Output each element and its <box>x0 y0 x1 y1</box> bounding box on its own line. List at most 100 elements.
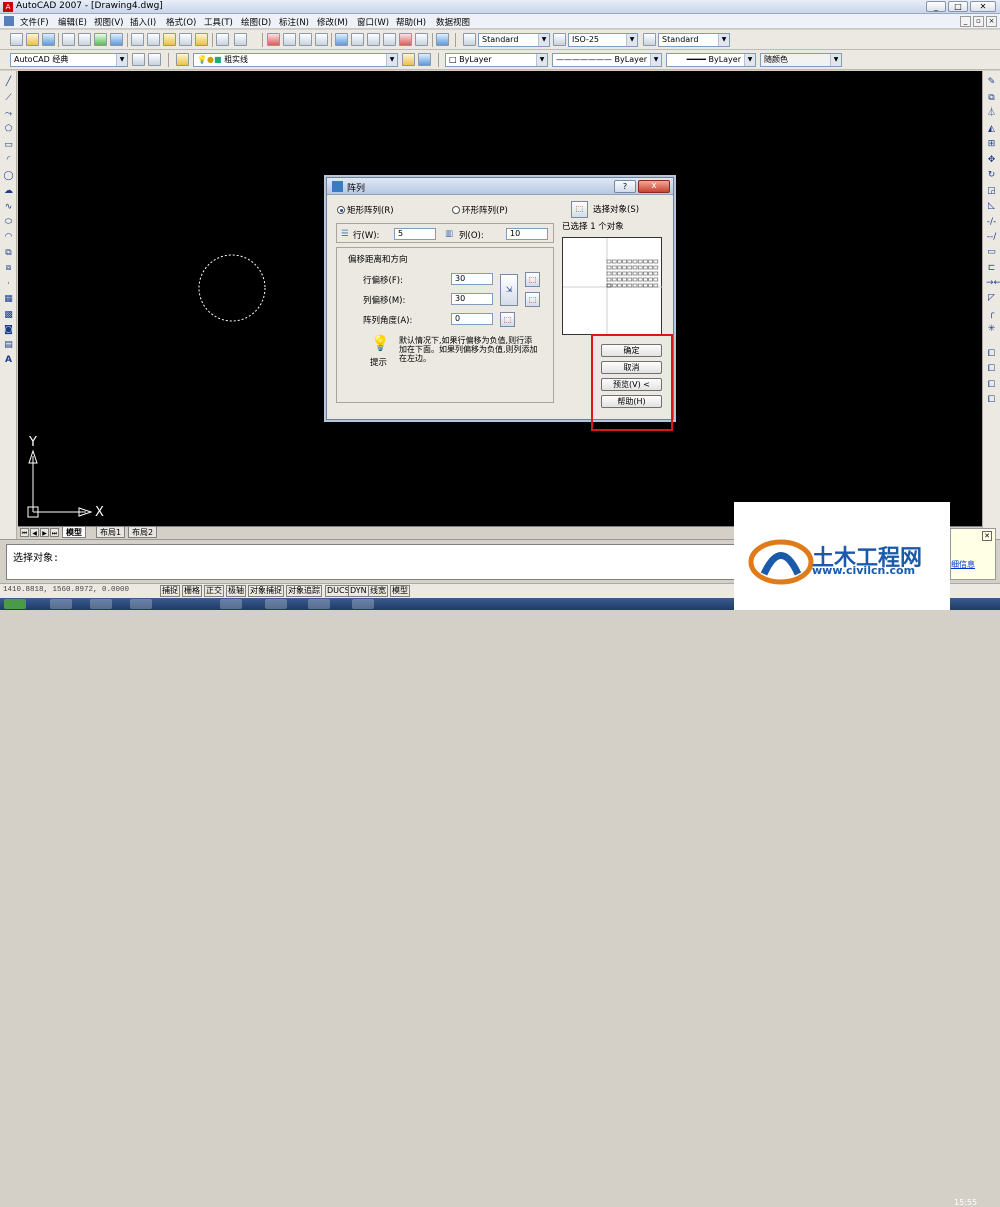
tab-layout1[interactable]: 布局1 <box>96 527 126 538</box>
ellipse-arc-icon[interactable]: ◠ <box>3 232 14 243</box>
ortho-button[interactable]: 正交 <box>204 585 224 597</box>
make-block-icon[interactable]: ⧈ <box>3 263 14 274</box>
save-icon[interactable] <box>42 33 55 46</box>
next-tab-button[interactable]: ▶ <box>40 528 49 537</box>
zoom-previous-icon[interactable] <box>315 33 328 46</box>
dialog-close-button[interactable]: x <box>638 180 670 193</box>
tool-palettes-icon[interactable] <box>367 33 380 46</box>
markup-icon[interactable] <box>399 33 412 46</box>
doc-minimize-button[interactable]: _ <box>960 16 971 27</box>
hatch-icon[interactable]: ▦ <box>3 294 14 305</box>
row-offset-input[interactable]: 30 <box>451 273 493 285</box>
balloon-details-link[interactable]: 细信息 <box>951 559 975 570</box>
close-button[interactable]: ✕ <box>970 1 996 12</box>
menu-tools[interactable]: 工具(T) <box>204 16 233 28</box>
pick-row-offset-button[interactable]: ⬚ <box>525 272 540 287</box>
maximize-button[interactable]: □ <box>948 1 968 12</box>
taskbar-ie-icon[interactable] <box>50 599 72 609</box>
chamfer-icon[interactable]: ◸ <box>986 293 997 304</box>
first-tab-button[interactable]: ⏮ <box>20 528 29 537</box>
layer-previous-icon[interactable] <box>418 53 431 66</box>
revision-cloud-icon[interactable]: ☁ <box>3 186 14 197</box>
trim-icon[interactable]: -/- <box>986 217 997 228</box>
plot-style-combo[interactable]: 随颜色 ▼ <box>760 53 842 67</box>
menu-draw[interactable]: 绘图(D) <box>241 16 271 28</box>
erase-icon[interactable]: ✎ <box>986 77 997 88</box>
pick-angle-button[interactable]: ⬚ <box>500 312 515 327</box>
make-current-layer-icon[interactable] <box>402 53 415 66</box>
region-icon[interactable]: ◙ <box>3 325 14 336</box>
taskbar-folder-icon[interactable] <box>220 599 242 609</box>
taskbar-explorer-icon[interactable] <box>90 599 112 609</box>
array-icon[interactable]: ⊞ <box>986 139 997 150</box>
paste-icon[interactable] <box>163 33 176 46</box>
rows-input[interactable]: 5 <box>394 228 436 240</box>
new-icon[interactable] <box>10 33 23 46</box>
publish-icon[interactable] <box>94 33 107 46</box>
draworder-icon[interactable]: ⧠ <box>986 349 997 360</box>
gradient-icon[interactable]: ▩ <box>3 310 14 321</box>
angle-input[interactable]: 0 <box>451 313 493 325</box>
rect-array-radio[interactable]: 矩形阵列(R) <box>337 204 394 216</box>
model-button[interactable]: 模型 <box>390 585 410 597</box>
menu-dimension[interactable]: 标注(N) <box>279 16 309 28</box>
move-icon[interactable]: ✥ <box>986 155 997 166</box>
rectangle-icon[interactable]: ▭ <box>3 140 14 151</box>
design-center-icon[interactable] <box>351 33 364 46</box>
document-icon[interactable] <box>4 16 14 26</box>
lineweight-button[interactable]: 线宽 <box>368 585 388 597</box>
start-button[interactable] <box>4 599 26 609</box>
circle-icon[interactable]: ◯ <box>3 171 14 182</box>
break-point-icon[interactable]: ▭ <box>986 247 997 258</box>
insert-block-icon[interactable]: ⧉ <box>3 248 14 259</box>
copy-object-icon[interactable]: ⧉ <box>986 93 997 104</box>
prev-tab-button[interactable]: ◀ <box>30 528 39 537</box>
grid-button[interactable]: 栅格 <box>182 585 202 597</box>
balloon-close-button[interactable]: ✕ <box>982 531 992 541</box>
zoom-realtime-icon[interactable] <box>283 33 296 46</box>
pick-both-offsets-button[interactable]: ⇲ <box>500 274 518 306</box>
dyn-button[interactable]: DYN <box>348 585 369 597</box>
pan-icon[interactable] <box>267 33 280 46</box>
workspace-save-icon[interactable] <box>148 53 161 66</box>
taskbar-autocad-icon[interactable] <box>265 599 287 609</box>
otrack-button[interactable]: 对象追踪 <box>286 585 322 597</box>
cols-input[interactable]: 10 <box>506 228 548 240</box>
taskbar-app-icon[interactable] <box>130 599 152 609</box>
menu-data-view[interactable]: 数据视图 <box>436 16 470 28</box>
menu-file[interactable]: 文件(F) <box>20 16 49 28</box>
spline-icon[interactable]: ∿ <box>3 202 14 213</box>
ellipse-icon[interactable]: ⬭ <box>3 217 14 228</box>
break-icon[interactable]: ⊏ <box>986 263 997 274</box>
3d-dwf-icon[interactable] <box>110 33 123 46</box>
layer-manager-icon[interactable] <box>176 53 189 66</box>
color-combo[interactable]: □ ByLayer ▼ <box>445 53 548 67</box>
match-properties-icon[interactable] <box>179 33 192 46</box>
polar-array-radio[interactable]: 环形阵列(P) <box>452 204 508 216</box>
extend-icon[interactable]: --/ <box>986 232 997 243</box>
selected-circle[interactable] <box>198 254 266 322</box>
rotate-icon[interactable]: ↻ <box>986 170 997 181</box>
table-style-icon[interactable] <box>643 33 656 46</box>
help-icon[interactable] <box>436 33 449 46</box>
taskbar-app3-icon[interactable] <box>352 599 374 609</box>
draworder-above-icon[interactable]: ⧠ <box>986 380 997 391</box>
print-icon[interactable] <box>62 33 75 46</box>
line-icon[interactable]: ╱ <box>3 77 14 88</box>
select-objects-button[interactable]: ⬚ <box>571 201 588 218</box>
menu-insert[interactable]: 插入(I) <box>130 16 156 28</box>
explode-icon[interactable]: ✳ <box>986 324 997 335</box>
lineweight-combo[interactable]: ━━━━ ByLayer ▼ <box>666 53 756 67</box>
mirror-icon[interactable]: ⏃ <box>986 108 997 119</box>
polar-button[interactable]: 极轴 <box>226 585 246 597</box>
table-style-combo[interactable]: Standard ▼ <box>658 33 730 47</box>
calculator-icon[interactable] <box>415 33 428 46</box>
scale-icon[interactable]: ◲ <box>986 186 997 197</box>
dim-style-combo[interactable]: ISO-25 ▼ <box>568 33 638 47</box>
offset-icon[interactable]: ◭ <box>986 124 997 135</box>
join-icon[interactable]: →← <box>986 278 1000 289</box>
doc-restore-button[interactable]: ▫ <box>973 16 984 27</box>
point-icon[interactable]: · <box>3 279 14 290</box>
cut-icon[interactable] <box>131 33 144 46</box>
sheet-set-icon[interactable] <box>383 33 396 46</box>
